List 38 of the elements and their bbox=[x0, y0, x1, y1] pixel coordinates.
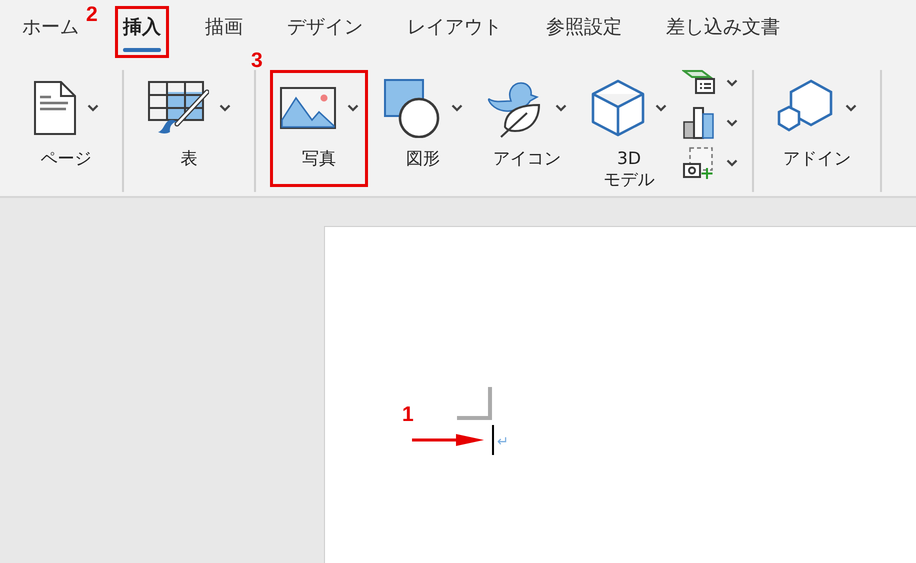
cube-icon bbox=[591, 79, 645, 137]
chevron-icon[interactable] bbox=[726, 119, 738, 127]
ribbon-button[interactable]: ページ bbox=[24, 70, 108, 188]
ribbon-tab[interactable]: 差し込み文書 bbox=[658, 6, 788, 58]
shapes-icon bbox=[383, 78, 441, 138]
chart-icon bbox=[682, 106, 716, 140]
ribbon-tab[interactable]: デザイン bbox=[279, 6, 371, 58]
step-number: 3 bbox=[251, 49, 263, 73]
text-cursor bbox=[492, 425, 494, 455]
chevron-icon[interactable] bbox=[555, 104, 567, 112]
margin-corner-mark bbox=[457, 387, 493, 421]
ribbon-tab[interactable]: 参照設定 bbox=[538, 6, 630, 58]
chevron-icon[interactable] bbox=[87, 104, 99, 112]
smartart-icon bbox=[682, 69, 716, 97]
screenshot-icon bbox=[682, 146, 716, 180]
chevron-icon[interactable] bbox=[726, 159, 738, 167]
paragraph-mark: ↵ bbox=[497, 434, 509, 450]
ribbon-button[interactable]: アドイン bbox=[768, 70, 866, 188]
chevron-icon[interactable] bbox=[655, 104, 667, 112]
chevron-icon[interactable] bbox=[347, 104, 359, 112]
ribbon-tab[interactable]: 描画 bbox=[197, 6, 251, 58]
small-ribbon-button[interactable] bbox=[682, 104, 738, 142]
ribbon-tab[interactable]: ホーム bbox=[14, 6, 87, 58]
ribbon-button[interactable]: 表 bbox=[138, 70, 240, 188]
chevron-icon[interactable] bbox=[219, 104, 231, 112]
chevron-icon[interactable] bbox=[451, 104, 463, 112]
picture-icon bbox=[279, 86, 337, 130]
table-brush-icon bbox=[147, 80, 209, 136]
ribbon-button[interactable]: アイコン bbox=[478, 70, 576, 188]
ribbon-button[interactable]: 3D モデル bbox=[582, 70, 676, 208]
step-number: 2 bbox=[86, 3, 98, 27]
page-icon bbox=[33, 80, 77, 136]
arrow bbox=[412, 433, 484, 447]
ribbon-button[interactable]: 図形 bbox=[374, 70, 472, 188]
chevron-icon[interactable] bbox=[726, 79, 738, 87]
ribbon-tab[interactable]: レイアウト bbox=[399, 6, 510, 58]
chevron-icon[interactable] bbox=[845, 104, 857, 112]
step-number: 1 bbox=[402, 403, 414, 427]
